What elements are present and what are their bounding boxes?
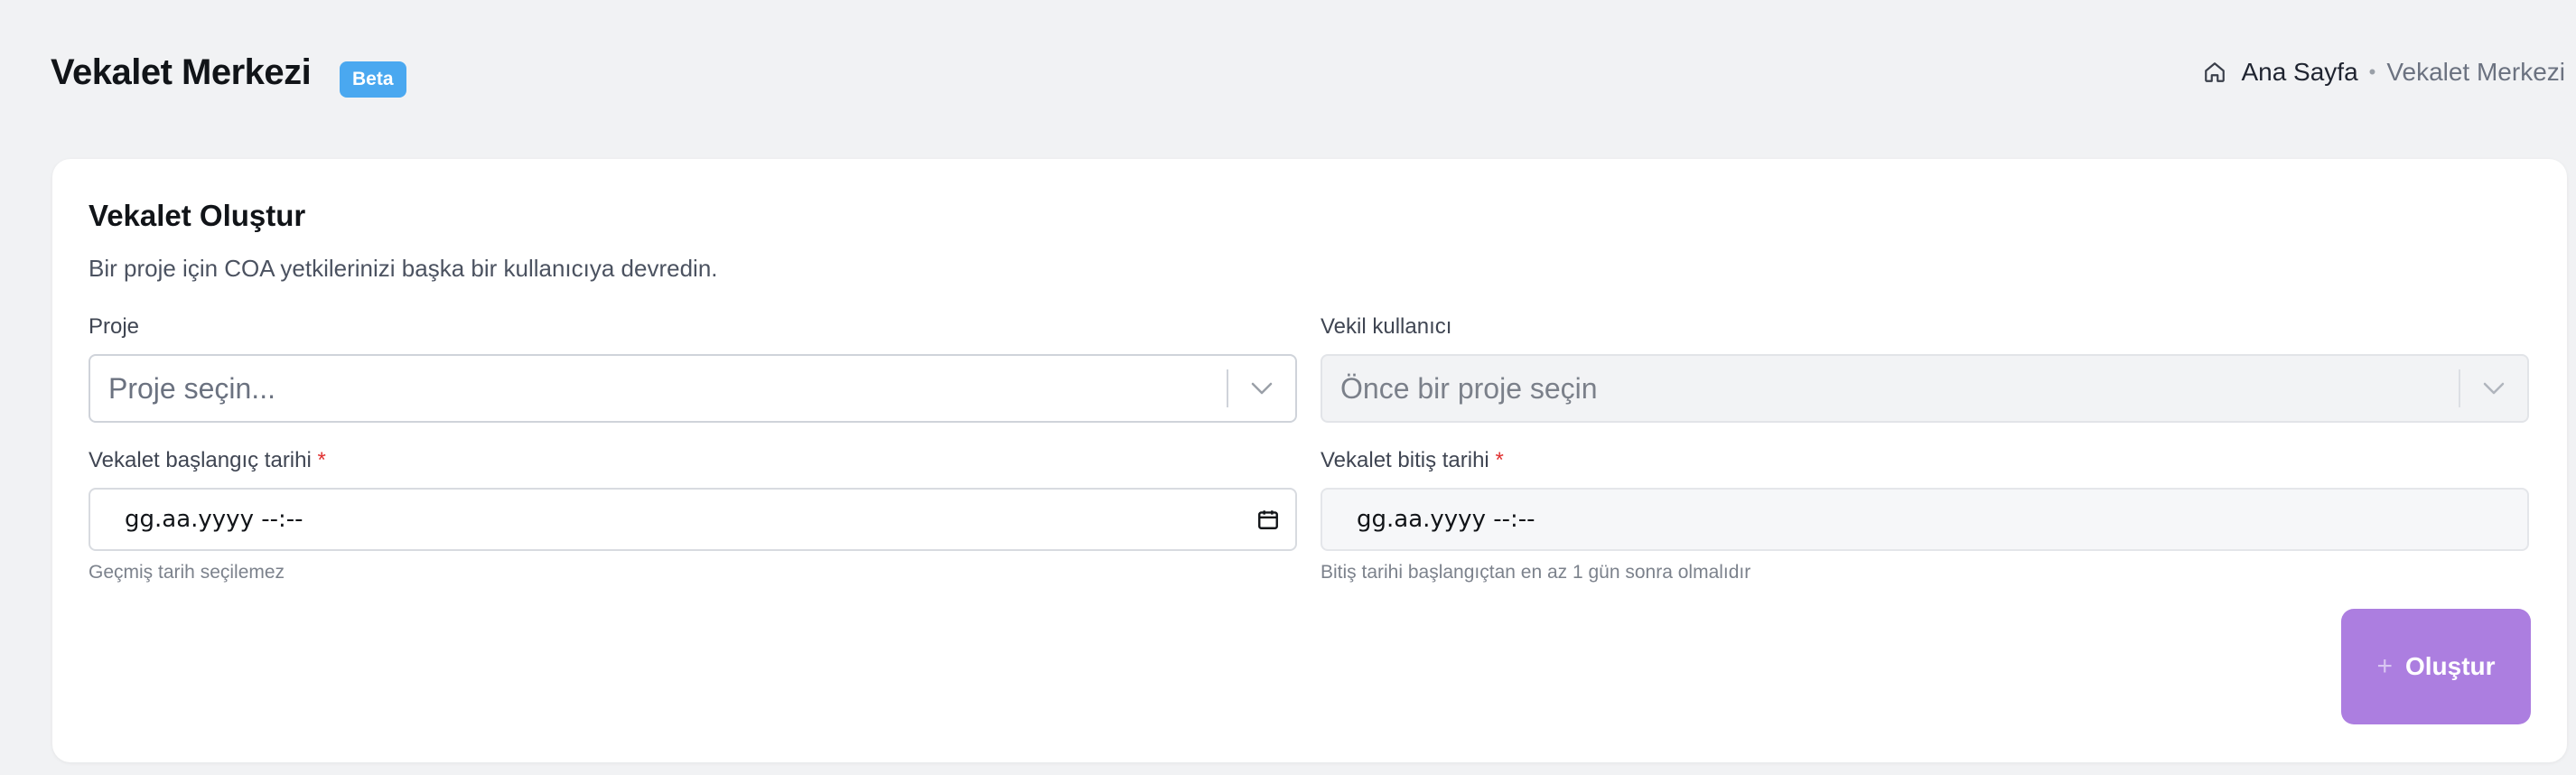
create-button[interactable]: + Oluştur [2341,609,2531,724]
project-select-placeholder: Proje seçin... [108,371,275,405]
project-label: Proje [89,314,140,339]
card-title: Vekalet Oluştur [89,199,306,232]
start-date-hint: Geçmiş tarih seçilemez [89,562,285,583]
plus-icon: + [2376,651,2393,681]
start-date-input[interactable]: gg.aa.yyyy --:-- [89,488,1297,551]
card-description: Bir proje için COA yetkilerinizi başka b… [89,255,718,282]
delegation-card: Vekalet Oluştur Bir proje için COA yetki… [52,159,2567,762]
required-mark: * [317,448,326,472]
create-button-label: Oluştur [2404,652,2496,680]
delegate-user-select[interactable]: Önce bir proje seçin [1321,354,2529,423]
end-date-input[interactable]: gg.aa.yyyy --:-- [1321,488,2529,551]
end-date-label: Vekalet bitiş tarihi * [1321,448,1504,473]
end-date-hint: Bitiş tarihi başlangıçtan en az 1 gün so… [1321,562,1751,583]
home-icon[interactable] [2203,59,2230,86]
breadcrumb-separator: • [2368,61,2376,83]
start-date-label: Vekalet başlangıç tarihi * [89,448,326,473]
chevron-down-icon[interactable] [1228,382,1295,395]
chevron-down-icon[interactable] [2460,382,2527,395]
end-date-value: gg.aa.yyyy --:-- [1357,506,1535,533]
breadcrumb-current: Vekalet Merkezi [2386,58,2565,86]
project-select[interactable]: Proje seçin... [89,354,1297,423]
page: Vekalet Merkezi Beta Ana Sayfa • Vekalet… [0,0,2576,775]
breadcrumb: Ana Sayfa • Vekalet Merkezi [2203,58,2565,87]
beta-badge: Beta [340,61,406,98]
required-mark: * [1495,448,1504,472]
breadcrumb-home-link[interactable]: Ana Sayfa [2241,58,2357,87]
start-date-label-text: Vekalet başlangıç tarihi [89,448,312,472]
page-title: Vekalet Merkezi [51,52,312,92]
calendar-icon[interactable] [1241,508,1295,531]
start-date-value: gg.aa.yyyy --:-- [125,506,303,533]
end-date-label-text: Vekalet bitiş tarihi [1321,448,1489,472]
delegate-user-select-placeholder: Önce bir proje seçin [1340,371,1598,405]
delegate-user-label: Vekil kullanıcı [1321,314,1452,339]
